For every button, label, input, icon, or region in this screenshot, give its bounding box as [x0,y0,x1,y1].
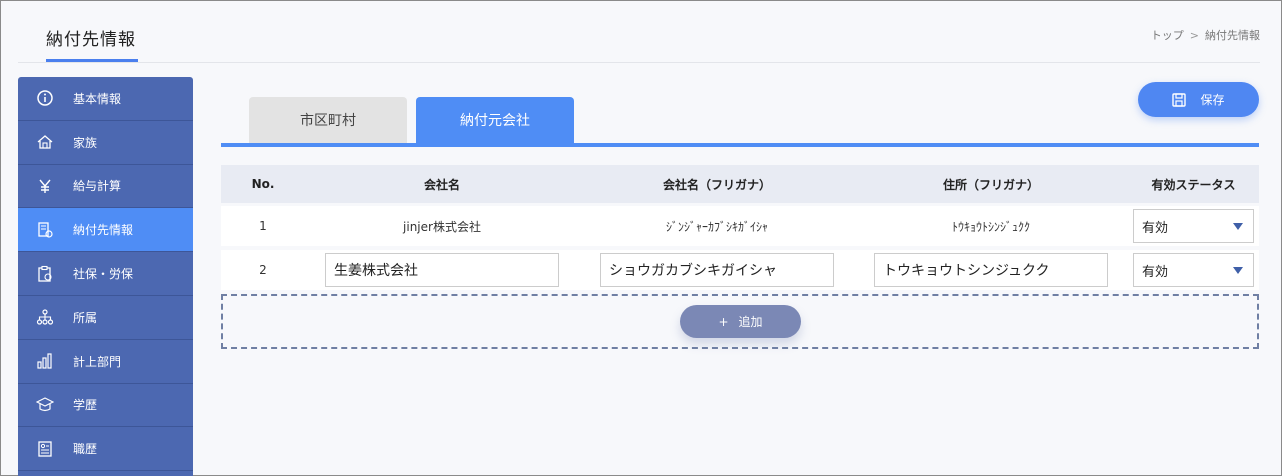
column-header-address-kana: 住所（フリガナ） [942,177,1039,192]
sidebar-item-work-history[interactable]: 職歴 [18,427,193,472]
status-select-value: 有効 [1142,264,1169,280]
add-button[interactable]: + 追加 [680,305,801,338]
title-underline [46,59,138,62]
status-select[interactable]: 有効 [1133,253,1254,287]
column-header-no: No. [251,177,275,191]
yen-icon [36,177,54,195]
company-name: jinjer株式会社 [403,219,481,234]
sidebar-item-label: 計上部門 [73,354,122,369]
save-button[interactable]: 保存 [1138,82,1259,117]
graduation-cap-icon [36,396,54,414]
sidebar-item-label: 納付先情報 [73,223,134,238]
breadcrumb-home-link[interactable]: トップ [1151,29,1184,42]
document-money-icon [36,221,54,239]
sidebar-item-affiliation[interactable]: 所属 [18,296,193,340]
company-name-kana: ｼﾞﾝｼﾞｬｰｶﾌﾞｼｷｶﾞｲｼｬ [665,219,768,234]
sidebar-item-label: 社保・労保 [73,267,134,282]
page-title: 納付先情報 [46,30,136,50]
breadcrumb-separator: > [1189,29,1199,42]
status-select-value: 有効 [1142,220,1169,236]
sidebar-item-family[interactable]: 家族 [18,121,193,165]
bar-chart-icon [36,352,54,370]
tab-payer-company[interactable]: 納付元会社 [416,97,574,143]
sidebar-item-label: 給与計算 [73,179,122,194]
status-select[interactable]: 有効 [1133,209,1254,243]
sidebar-item-basic-info[interactable]: 基本情報 [18,77,193,121]
breadcrumb-current: 納付先情報 [1205,29,1260,42]
org-chart-icon [36,308,54,326]
breadcrumb: トップ > 納付先情報 [1151,27,1260,43]
add-row-zone: + 追加 [221,294,1259,349]
sidebar-item-label: 職歴 [73,442,98,457]
company-name-field[interactable]: 生姜株式会社 [325,253,559,287]
tab-underline [221,143,1259,147]
sidebar-item-payroll[interactable]: 給与計算 [18,165,193,209]
sidebar-item-label: 家族 [73,135,98,150]
company-name-kana-field[interactable]: ショウガカブシキガイシャ [600,253,834,287]
sidebar-item-label: 所属 [73,310,98,325]
chevron-down-icon [1233,267,1243,274]
sidebar-item-label: 学歴 [73,398,98,413]
sidebar-item-education[interactable]: 学歴 [18,384,193,428]
address-kana-field[interactable]: トウキョウトシンジュクク [874,253,1108,287]
address-kana: ﾄｳｷｮｳﾄｼﾝｼﾞｭｸｸ [951,219,1030,234]
info-icon [36,89,54,107]
add-button-label: 追加 [738,315,763,329]
page-header: 納付先情報 トップ > 納付先情報 [18,1,1260,63]
sidebar-item-accounting-dept[interactable]: 計上部門 [18,340,193,384]
floppy-disk-icon [1172,92,1187,107]
sidebar-item-social-insurance[interactable]: 社保・労保 [18,252,193,296]
chevron-down-icon [1233,223,1243,230]
save-button-label: 保存 [1200,93,1225,107]
sidebar: 基本情報 家族 給与計算 納付先情報 社保・労保 所属 計上部門 学歴 職歴 [18,77,193,476]
sidebar-item-label: 基本情報 [73,91,122,106]
house-icon [36,133,54,151]
tab-municipality[interactable]: 市区町村 [249,97,407,143]
row-number: 2 [259,263,267,277]
table-row: 1 jinjer株式会社 ｼﾞﾝｼﾞｬｰｶﾌﾞｼｷｶﾞｲｼｬ ﾄｳｷｮｳﾄｼﾝｼ… [221,206,1259,246]
resume-icon [36,440,54,458]
column-header-company-kana: 会社名（フリガナ） [662,177,771,192]
table-header: No. 会社名 会社名（フリガナ） 住所（フリガナ） 有効ステータス [221,165,1259,203]
sidebar-item-payment-destination[interactable]: 納付先情報 [18,208,193,253]
clipboard-icon [36,265,54,283]
row-number: 1 [259,219,267,233]
table-row: 2 生姜株式会社 ショウガカブシキガイシャ トウキョウトシンジュクク 有効 [221,250,1259,290]
plus-icon: + [718,314,729,329]
column-header-company: 会社名 [423,177,460,192]
column-header-status: 有効ステータス [1151,177,1236,192]
